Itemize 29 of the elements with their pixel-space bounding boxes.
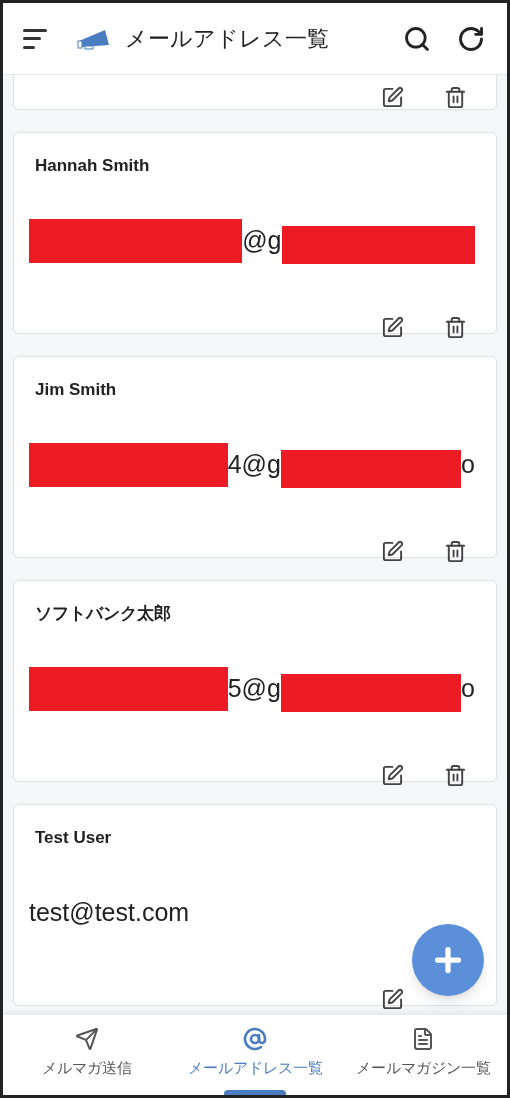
menu-button[interactable] bbox=[23, 28, 47, 49]
edit-button[interactable] bbox=[381, 86, 404, 109]
edit-button[interactable] bbox=[381, 540, 404, 563]
email-text: 4@g bbox=[227, 449, 281, 481]
contact-name: Test User bbox=[35, 827, 112, 849]
search-button[interactable] bbox=[403, 24, 431, 53]
email-text: o bbox=[461, 673, 475, 705]
delete-button[interactable] bbox=[444, 86, 467, 109]
contact-name: Hannah Smith bbox=[35, 155, 150, 177]
email-text: @g bbox=[242, 225, 282, 257]
nav-tab[interactable]: メールマガジン一覧 bbox=[339, 1015, 507, 1095]
edit-button[interactable] bbox=[381, 988, 404, 1011]
delete-button[interactable] bbox=[444, 764, 467, 787]
nav-tab[interactable]: メルマガ送信 bbox=[3, 1015, 171, 1095]
email-text: 5@g bbox=[227, 673, 281, 705]
edit-button[interactable] bbox=[381, 764, 404, 787]
nav-tab[interactable]: メールアドレス一覧 bbox=[171, 1015, 339, 1095]
paper-plane-icon bbox=[75, 1027, 99, 1051]
email-text: test@test.com bbox=[29, 897, 190, 929]
email-text: o bbox=[461, 449, 475, 481]
edit-button[interactable] bbox=[381, 316, 404, 339]
refresh-button[interactable] bbox=[457, 24, 485, 53]
page-title: メールアドレス一覧 bbox=[125, 25, 329, 53]
contact-name: Jim Smith bbox=[35, 379, 117, 401]
delete-button[interactable] bbox=[444, 316, 467, 339]
contact-name: ソフトバンク太郎 bbox=[35, 603, 171, 625]
document-icon bbox=[411, 1027, 435, 1051]
at-sign-icon bbox=[243, 1027, 267, 1051]
delete-button[interactable] bbox=[444, 540, 467, 563]
